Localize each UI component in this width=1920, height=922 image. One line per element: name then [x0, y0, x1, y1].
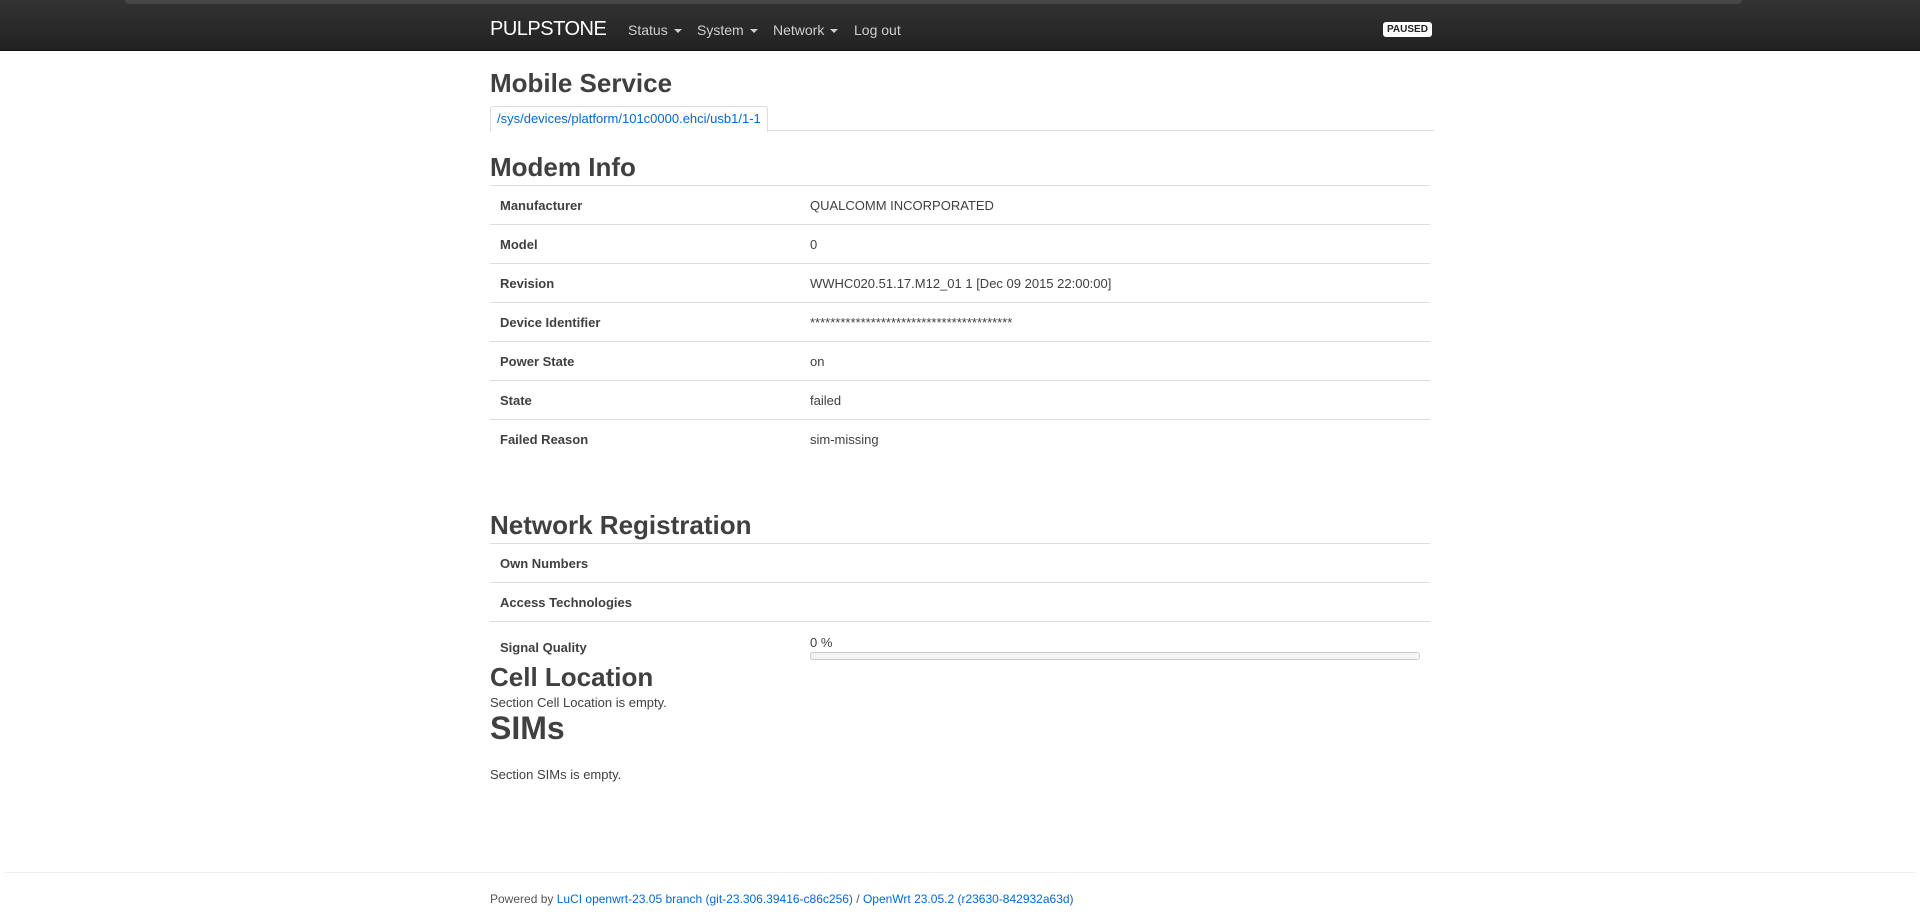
- menu-system-label: System: [697, 22, 744, 38]
- brand-logo[interactable]: PULPSTONE: [490, 18, 607, 41]
- section-title-modem-info: Modem Info: [490, 152, 636, 182]
- menu-system[interactable]: System: [697, 22, 758, 38]
- luci-link[interactable]: LuCI openwrt-23.05 branch (git-23.306.39…: [557, 892, 853, 906]
- chevron-down-icon: [830, 29, 839, 33]
- section-title-network-registration: Network Registration: [490, 510, 752, 540]
- footer-separator: /: [856, 892, 860, 906]
- browser-edge: [125, 0, 1742, 4]
- footer-divider: [5, 872, 1915, 873]
- sims-empty-text: Section SIMs is empty.: [490, 767, 622, 782]
- table-row: Access Technologies: [490, 582, 1430, 622]
- row-value: failed: [800, 380, 1430, 420]
- row-key: Device Identifier: [490, 302, 800, 342]
- menu-logout[interactable]: Log out: [854, 22, 901, 38]
- table-row: Model 0: [490, 224, 1430, 264]
- section-title-sims: SIMs: [490, 710, 565, 746]
- menu-status-label: Status: [628, 22, 668, 38]
- row-value: 0: [800, 224, 1430, 264]
- chevron-down-icon: [673, 29, 682, 33]
- row-value: WWHC020.51.17.M12_01 1 [Dec 09 2015 22:0…: [800, 263, 1430, 303]
- table-row: Device Identifier **********************…: [490, 302, 1430, 342]
- table-row: Power State on: [490, 341, 1430, 381]
- openwrt-link[interactable]: OpenWrt 23.05.2 (r23630-842932a63d): [863, 892, 1074, 906]
- row-key: Model: [490, 224, 800, 264]
- signal-quality-cell: 0 %: [800, 621, 1430, 672]
- menu-logout-label: Log out: [854, 22, 901, 38]
- table-row: Manufacturer QUALCOMM INCORPORATED: [490, 185, 1430, 225]
- row-key: Access Technologies: [490, 582, 800, 622]
- row-value: sim-missing: [800, 419, 1430, 458]
- table-row: Revision WWHC020.51.17.M12_01 1 [Dec 09 …: [490, 263, 1430, 303]
- chevron-down-icon: [749, 29, 758, 33]
- row-key: Manufacturer: [490, 185, 800, 225]
- row-key: Failed Reason: [490, 419, 800, 458]
- row-key: State: [490, 380, 800, 420]
- menu-status[interactable]: Status: [628, 22, 682, 38]
- page-title: Mobile Service: [490, 68, 673, 98]
- paused-badge[interactable]: PAUSED: [1383, 22, 1432, 37]
- tab-bar: /sys/devices/platform/101c0000.ehci/usb1…: [490, 106, 1434, 132]
- menu-network[interactable]: Network: [773, 22, 839, 38]
- signal-quality-bar: [810, 651, 1420, 660]
- row-value: on: [800, 341, 1430, 381]
- row-value: QUALCOMM INCORPORATED: [800, 185, 1430, 225]
- signal-quality-text: 0 %: [810, 634, 833, 650]
- network-registration-table: Own Numbers Access Technologies Signal Q…: [490, 543, 1430, 672]
- tab-device-path[interactable]: /sys/devices/platform/101c0000.ehci/usb1…: [490, 106, 768, 132]
- modem-info-table: Manufacturer QUALCOMM INCORPORATED Model…: [490, 185, 1430, 458]
- cell-location-empty-text: Section Cell Location is empty.: [490, 695, 667, 710]
- row-value: ****************************************: [800, 302, 1430, 342]
- menu-network-label: Network: [773, 22, 825, 38]
- table-row: Own Numbers: [490, 543, 1430, 583]
- row-value: [800, 582, 1430, 622]
- row-key: Power State: [490, 341, 800, 381]
- table-row: Failed Reason sim-missing: [490, 419, 1430, 458]
- row-key: Own Numbers: [490, 543, 800, 583]
- table-row: State failed: [490, 380, 1430, 420]
- footer-prefix: Powered by: [490, 892, 554, 906]
- row-key: Revision: [490, 263, 800, 303]
- footer: Powered by LuCI openwrt-23.05 branch (gi…: [490, 892, 1074, 906]
- section-title-cell-location: Cell Location: [490, 662, 654, 692]
- top-navbar: PULPSTONE Status System Network Log out …: [0, 0, 1920, 51]
- row-value: [800, 543, 1430, 583]
